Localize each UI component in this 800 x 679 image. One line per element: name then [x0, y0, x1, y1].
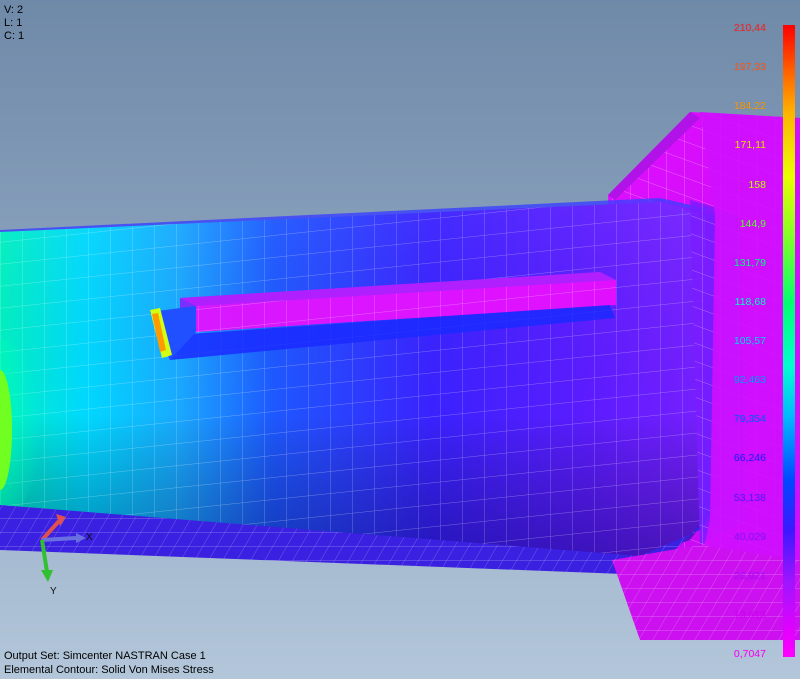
- legend-tick-label: 13,813: [733, 608, 766, 621]
- legend-tick-label: 66,246: [733, 452, 766, 465]
- legend-tick-label: 105,57: [733, 335, 766, 347]
- legend-tick-label: 158: [748, 178, 766, 191]
- view-indicator: V: 2: [4, 4, 24, 16]
- legend-tick-label: 92,463: [733, 374, 766, 387]
- legend-tick-label: 118,68: [734, 295, 766, 308]
- color-indicator: C: 1: [4, 30, 25, 42]
- legend-tick-label: 197,33: [733, 61, 766, 74]
- legend-tick-label: 210,44: [733, 22, 766, 34]
- triad-x-label: X: [86, 532, 93, 543]
- fea-model-render: [0, 112, 800, 640]
- legend-tick-label: 53,138: [733, 491, 766, 504]
- legend-tick-label: 0,7047: [733, 648, 766, 660]
- layer-indicator: L: 1: [4, 17, 23, 29]
- contour-type-label: Elemental Contour: Solid Von Mises Stres…: [4, 664, 214, 676]
- legend-tick-label: 184,22: [733, 100, 766, 113]
- legend-tick-label: 144,9: [739, 217, 766, 230]
- contour-legend-bar: [783, 25, 795, 657]
- legend-tick-label: 26,921: [733, 569, 766, 582]
- legend-tick-label: 79,354: [733, 413, 766, 426]
- model-viewport[interactable]: V: 2 L: 1 C: 1 X Y 210,44 197,33 184,22 171…: [0, 0, 800, 679]
- output-set-label: Output Set: Simcenter NASTRAN Case 1: [4, 650, 206, 662]
- triad-y-label: Y: [50, 586, 57, 597]
- legend-tick-label: 131,79: [733, 256, 766, 269]
- legend-tick-label: 171,11: [734, 139, 766, 152]
- legend-tick-label: 40,029: [733, 530, 766, 543]
